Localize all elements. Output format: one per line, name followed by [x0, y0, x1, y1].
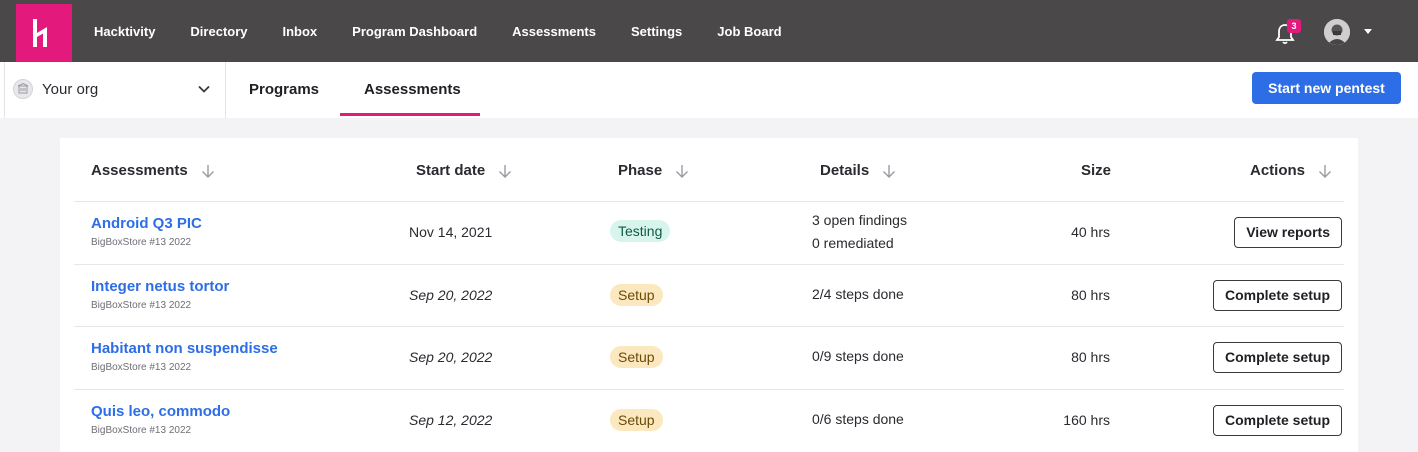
tab-programs-label: Programs	[249, 81, 320, 98]
arrow-down-icon	[499, 164, 512, 178]
nav-assessments[interactable]: Assessments	[512, 24, 596, 39]
sub-navigation-bar: Your org Programs Assessments Start new …	[0, 62, 1418, 118]
hackerone-logo[interactable]	[16, 4, 72, 62]
top-navigation-bar: Hacktivity Directory Inbox Program Dashb…	[0, 0, 1418, 62]
column-header-label: Start date	[416, 162, 486, 179]
column-header-phase[interactable]: Phase	[618, 162, 690, 179]
nav-inbox[interactable]: Inbox	[283, 24, 318, 39]
org-selector[interactable]: Your org	[4, 62, 226, 118]
column-header-label: Actions	[1250, 162, 1306, 179]
logo-mark-icon	[33, 19, 47, 47]
phase-badge: Setup	[610, 409, 663, 431]
details-text: 3 open findings 0 remediated	[812, 209, 907, 255]
column-header-label: Details	[820, 162, 870, 179]
nav-settings[interactable]: Settings	[631, 24, 682, 39]
phase-badge: Testing	[610, 220, 671, 242]
assessment-name-link[interactable]: Integer netus tortor	[91, 278, 229, 295]
assessment-org: BigBoxStore #13 2022	[91, 300, 192, 311]
arrow-down-icon	[883, 164, 896, 178]
table-row: Habitant non suspendisse BigBoxStore #13…	[60, 327, 1358, 389]
assessment-name-link[interactable]: Quis leo, commodo	[91, 403, 230, 420]
table-row: Integer netus tortor BigBoxStore #13 202…	[60, 265, 1358, 327]
notification-count-badge: 3	[1287, 19, 1301, 33]
tab-assessments-label: Assessments	[364, 81, 461, 98]
details-steps: 0/6 steps done	[812, 411, 904, 427]
nav-job-board[interactable]: Job Board	[717, 24, 781, 39]
size-value: 80 hrs	[1071, 287, 1110, 303]
table-row: Quis leo, commodo BigBoxStore #13 2022 S…	[60, 390, 1358, 452]
details-steps: 0/9 steps done	[812, 348, 904, 364]
nav-program-dashboard[interactable]: Program Dashboard	[352, 24, 477, 39]
assessment-name-link[interactable]: Android Q3 PIC	[91, 215, 202, 232]
chevron-down-icon	[198, 85, 210, 93]
column-header-details[interactable]: Details	[820, 162, 897, 179]
nav-directory[interactable]: Directory	[190, 24, 247, 39]
assessment-org: BigBoxStore #13 2022	[91, 362, 192, 373]
complete-setup-button[interactable]: Complete setup	[1212, 280, 1342, 311]
arrow-down-icon	[201, 164, 214, 178]
avatar-image-icon	[1324, 19, 1350, 45]
start-date: Sep 20, 2022	[409, 287, 493, 303]
org-label: Your org	[42, 81, 99, 98]
start-date: Nov 14, 2021	[409, 224, 493, 240]
phase-badge: Setup	[610, 346, 663, 368]
details-steps: 2/4 steps done	[812, 286, 904, 302]
column-header-actions[interactable]: Actions	[1250, 162, 1333, 179]
building-glyph-icon	[17, 82, 29, 94]
start-date: Sep 20, 2022	[409, 349, 493, 365]
user-menu-caret-icon[interactable]	[1364, 29, 1372, 34]
tab-assessments[interactable]: Assessments	[340, 62, 480, 118]
size-value: 160 hrs	[1063, 412, 1110, 428]
size-value: 40 hrs	[1071, 224, 1110, 240]
column-header-size: Size	[1081, 162, 1111, 179]
view-reports-button[interactable]: View reports	[1234, 217, 1342, 248]
details-open-findings: 3 open findings	[812, 212, 907, 228]
start-date: Sep 12, 2022	[409, 412, 493, 428]
details-remediated: 0 remediated	[812, 235, 894, 251]
main-nav-links: Hacktivity Directory Inbox Program Dashb…	[94, 0, 817, 62]
column-header-start-date[interactable]: Start date	[416, 162, 513, 179]
assessments-table: Assessments Start date Phase Details Siz…	[60, 138, 1358, 452]
tab-programs[interactable]: Programs	[226, 62, 340, 118]
notifications-button[interactable]: 3	[1274, 18, 1302, 46]
assessment-org: BigBoxStore #13 2022	[91, 425, 192, 436]
start-new-pentest-button[interactable]: Start new pentest	[1252, 72, 1401, 104]
table-row: Android Q3 PIC BigBoxStore #13 2022 Nov …	[60, 202, 1358, 264]
column-header-assessments[interactable]: Assessments	[91, 162, 216, 179]
building-icon	[13, 79, 33, 99]
complete-setup-button[interactable]: Complete setup	[1212, 405, 1342, 436]
column-header-label: Size	[1081, 162, 1112, 179]
active-tab-indicator	[340, 113, 480, 116]
complete-setup-button[interactable]: Complete setup	[1212, 342, 1342, 373]
user-avatar[interactable]	[1324, 19, 1350, 45]
assessment-org: BigBoxStore #13 2022	[91, 237, 192, 248]
phase-badge: Setup	[610, 284, 663, 306]
nav-hacktivity[interactable]: Hacktivity	[94, 24, 155, 39]
arrow-down-icon	[676, 164, 689, 178]
column-header-label: Assessments	[91, 162, 188, 179]
arrow-down-icon	[1319, 164, 1332, 178]
size-value: 80 hrs	[1071, 349, 1110, 365]
column-header-label: Phase	[618, 162, 663, 179]
assessment-name-link[interactable]: Habitant non suspendisse	[91, 340, 278, 357]
